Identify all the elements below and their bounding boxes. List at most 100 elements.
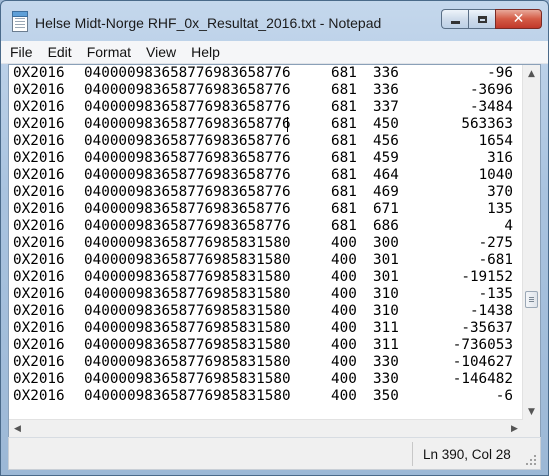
field-b: 450: [373, 116, 399, 132]
menu-edit[interactable]: Edit: [42, 42, 78, 62]
scroll-thumb[interactable]: [525, 291, 538, 308]
field-b: 311: [373, 320, 399, 336]
field-value: 370: [487, 184, 513, 200]
field-year: 0X2016: [13, 252, 65, 268]
minimize-button[interactable]: [441, 9, 468, 29]
field-id: 040000983658776985831580: [84, 303, 291, 319]
field-value: -275: [478, 235, 513, 251]
field-value: -35637: [461, 320, 513, 336]
field-b: 310: [373, 303, 399, 319]
maximize-icon: [477, 15, 487, 23]
field-id: 040000983658776985831580: [84, 252, 291, 268]
text-line[interactable]: 0X2016 040000983658776985831580 400 330 -104…: [9, 354, 523, 371]
notepad-icon[interactable]: [12, 11, 28, 32]
field-b: 300: [373, 235, 399, 251]
field-b: 310: [373, 286, 399, 302]
field-a: 400: [331, 235, 357, 251]
field-a: 681: [331, 99, 357, 115]
menu-help[interactable]: Help: [185, 42, 226, 62]
field-id: 040000983658776985831580: [84, 235, 291, 251]
field-value: 135: [487, 201, 513, 217]
field-id: 040000983658776983658776: [84, 184, 291, 200]
text-line[interactable]: 0X2016 040000983658776985831580 400 330 -146…: [9, 371, 523, 388]
text-caret: [287, 117, 288, 132]
field-b: 464: [373, 167, 399, 183]
field-a: 400: [331, 354, 357, 370]
scroll-up-icon[interactable]: ▲: [523, 65, 540, 82]
field-b: 686: [373, 218, 399, 234]
field-id: 040000983658776985831580: [84, 337, 291, 353]
text-line[interactable]: 0X2016 040000983658776983658776 681 336 -96: [9, 65, 523, 82]
field-year: 0X2016: [13, 82, 65, 98]
scroll-right-icon[interactable]: ▶: [506, 420, 523, 437]
field-id: 040000983658776985831580: [84, 269, 291, 285]
close-button[interactable]: ✕: [495, 9, 542, 29]
text-line[interactable]: 0X2016 040000983658776985831580 400 310 -135: [9, 286, 523, 303]
field-value: 4: [504, 218, 513, 234]
field-b: 459: [373, 150, 399, 166]
field-a: 400: [331, 388, 357, 404]
text-line[interactable]: 0X2016 040000983658776983658776 681 336 -369…: [9, 82, 523, 99]
field-b: 336: [373, 65, 399, 81]
text-line[interactable]: 0X2016 040000983658776985831580 400 311 -356…: [9, 320, 523, 337]
text-line[interactable]: 0X2016 040000983658776985831580 400 350 -6: [9, 388, 523, 405]
field-year: 0X2016: [13, 99, 65, 115]
menu-format[interactable]: Format: [81, 42, 137, 62]
field-b: 350: [373, 388, 399, 404]
field-value: 1040: [478, 167, 513, 183]
field-a: 681: [331, 150, 357, 166]
scroll-down-icon[interactable]: ▼: [523, 403, 540, 420]
field-id: 040000983658776983658776: [84, 116, 291, 132]
text-line[interactable]: 0X2016 040000983658776985831580 400 301 -681: [9, 252, 523, 269]
caption-buttons: ✕: [441, 9, 542, 31]
text-line[interactable]: 0X2016 040000983658776983658776 681 671 135: [9, 201, 523, 218]
field-value: 316: [487, 150, 513, 166]
field-id: 040000983658776985831580: [84, 371, 291, 387]
status-divider: [412, 442, 413, 466]
scroll-corner: [523, 420, 540, 437]
resize-grip-icon[interactable]: [524, 453, 536, 465]
field-year: 0X2016: [13, 303, 65, 319]
field-a: 681: [331, 167, 357, 183]
title-bar[interactable]: Helse Midt-Norge RHF_0x_Resultat_2016.tx…: [1, 1, 548, 41]
field-value: -3696: [469, 82, 513, 98]
menu-file[interactable]: File: [4, 42, 39, 62]
text-line[interactable]: 0X2016 040000983658776985831580 400 311 -736…: [9, 337, 523, 354]
field-id: 040000983658776983658776: [84, 99, 291, 115]
text-line[interactable]: 0X2016 040000983658776985831580 400 301 -191…: [9, 269, 523, 286]
field-year: 0X2016: [13, 116, 65, 132]
vertical-scrollbar[interactable]: ▲ ▼: [522, 65, 540, 420]
field-year: 0X2016: [13, 201, 65, 217]
text-line[interactable]: 0X2016 040000983658776983658776 681 450 5633…: [9, 116, 523, 133]
field-year: 0X2016: [13, 218, 65, 234]
field-id: 040000983658776983658776: [84, 167, 291, 183]
field-year: 0X2016: [13, 320, 65, 336]
text-line[interactable]: 0X2016 040000983658776983658776 681 337 -348…: [9, 99, 523, 116]
field-id: 040000983658776985831580: [84, 320, 291, 336]
maximize-button[interactable]: [468, 9, 495, 29]
field-b: 330: [373, 354, 399, 370]
text-line[interactable]: 0X2016 040000983658776983658776 681 469 370: [9, 184, 523, 201]
menu-view[interactable]: View: [140, 42, 182, 62]
status-bar: Ln 390, Col 28: [8, 437, 541, 470]
field-id: 040000983658776983658776: [84, 133, 291, 149]
text-line[interactable]: 0X2016 040000983658776983658776 681 686 4: [9, 218, 523, 235]
text-line[interactable]: 0X2016 040000983658776983658776 681 459 316: [9, 150, 523, 167]
text-editor[interactable]: 0X2016 040000983658776983658776 681 336 -96 0…: [9, 65, 523, 420]
window-title: Helse Midt-Norge RHF_0x_Resultat_2016.tx…: [35, 15, 382, 31]
field-value: -6: [495, 388, 513, 404]
field-a: 681: [331, 65, 357, 81]
notepad-window: Helse Midt-Norge RHF_0x_Resultat_2016.tx…: [0, 0, 549, 476]
field-id: 040000983658776985831580: [84, 388, 291, 404]
field-b: 301: [373, 252, 399, 268]
field-b: 311: [373, 337, 399, 353]
text-line[interactable]: 0X2016 040000983658776983658776 681 464 1040: [9, 167, 523, 184]
scroll-left-icon[interactable]: ◀: [9, 420, 26, 437]
text-line[interactable]: 0X2016 040000983658776985831580 400 310 -143…: [9, 303, 523, 320]
field-a: 681: [331, 218, 357, 234]
text-line[interactable]: 0X2016 040000983658776983658776 681 456 1654: [9, 133, 523, 150]
horizontal-scrollbar[interactable]: ◀ ▶: [9, 419, 523, 437]
field-b: 469: [373, 184, 399, 200]
text-line[interactable]: 0X2016 040000983658776985831580 400 300 -275: [9, 235, 523, 252]
field-year: 0X2016: [13, 337, 65, 353]
